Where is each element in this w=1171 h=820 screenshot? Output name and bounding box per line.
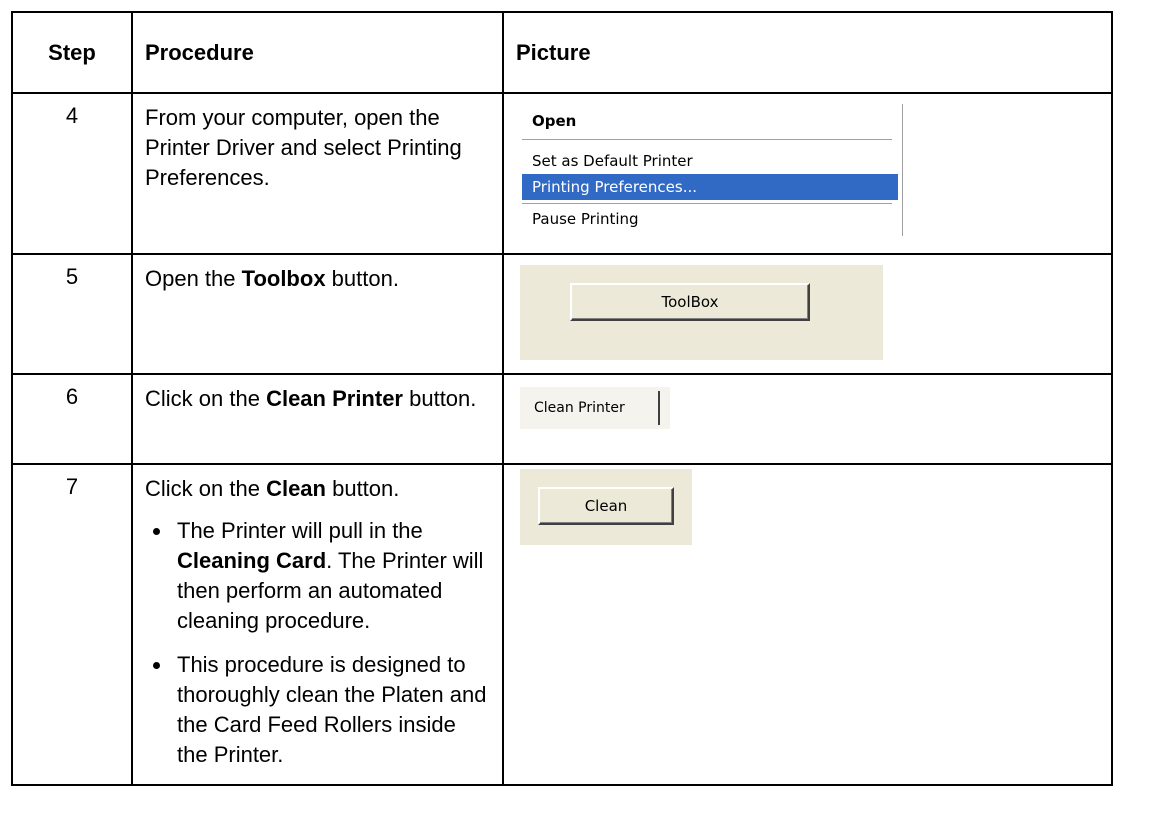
table-row: 6 Click on the Clean Printer button. Cle… [11, 373, 1113, 465]
clean-printer-panel: Clean Printer [520, 387, 670, 429]
menu-separator [522, 203, 892, 204]
procedure-table: Step Procedure Picture 4 From your compu… [11, 11, 1113, 786]
header-row: Step Procedure Picture [11, 11, 1113, 94]
bold-term: Cleaning Card [177, 548, 327, 573]
procedure-text: Click on the Clean Printer button. [131, 373, 504, 465]
menu-item-open: Open [532, 112, 577, 130]
list-item: This procedure is designed to thoroughly… [145, 650, 492, 770]
bold-term: Clean [266, 476, 326, 501]
clean-panel: Clean [520, 469, 692, 545]
procedure-text: Click on the Clean button. The Printer w… [131, 463, 504, 786]
header-picture: Picture [502, 11, 1113, 94]
table-row: 4 From your computer, open the Printer D… [11, 92, 1113, 255]
toolbox-button: ToolBox [570, 283, 810, 321]
bold-term: Toolbox [241, 266, 326, 291]
picture-cell: Open Set as Default Printer Printing Pre… [502, 92, 1113, 255]
menu-separator [522, 139, 892, 140]
bold-term: Clean Printer [266, 386, 403, 411]
picture-cell: ToolBox [502, 253, 1113, 375]
procedure-sentence: Click on the Clean button. [145, 476, 400, 501]
procedure-sentence: Open the Toolbox button. [145, 266, 399, 291]
step-number: 4 [11, 92, 133, 255]
toolbox-panel: ToolBox [520, 265, 883, 360]
menu-item-set-default: Set as Default Printer [532, 152, 693, 170]
step-number: 6 [11, 373, 133, 465]
clean-printer-tab: Clean Printer [524, 391, 660, 425]
menu-item-pause-printing: Pause Printing [532, 210, 639, 228]
picture-cell: Clean [502, 463, 1113, 786]
context-menu: Open Set as Default Printer Printing Pre… [520, 104, 903, 236]
header-step: Step [11, 11, 133, 94]
bullet-list: The Printer will pull in the Cleaning Ca… [145, 516, 492, 770]
header-procedure: Procedure [131, 11, 504, 94]
bullet-icon [153, 662, 160, 669]
step-number: 5 [11, 253, 133, 375]
table-row: 7 Click on the Clean button. The Printer… [11, 463, 1113, 786]
list-item: The Printer will pull in the Cleaning Ca… [145, 516, 492, 636]
step-number: 7 [11, 463, 133, 786]
picture-cell: Clean Printer [502, 373, 1113, 465]
procedure-sentence: From your computer, open the Printer Dri… [145, 105, 462, 190]
menu-item-printing-preferences: Printing Preferences... [522, 174, 898, 200]
clean-button: Clean [538, 487, 674, 525]
procedure-sentence: Click on the Clean Printer button. [145, 386, 477, 411]
bullet-icon [153, 528, 160, 535]
procedure-text: Open the Toolbox button. [131, 253, 504, 375]
procedure-text: From your computer, open the Printer Dri… [131, 92, 504, 255]
table-row: 5 Open the Toolbox button. ToolBox [11, 253, 1113, 375]
